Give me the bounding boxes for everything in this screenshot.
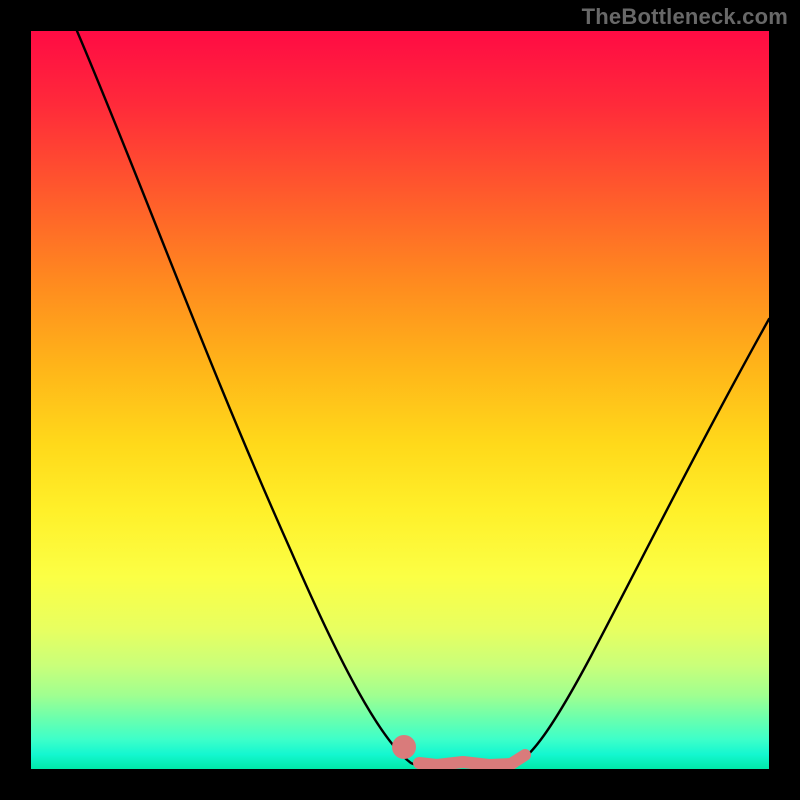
- flat-bottom-markers: [398, 741, 525, 765]
- watermark-text: TheBottleneck.com: [582, 4, 788, 30]
- curve-svg: [31, 31, 769, 769]
- chart-stage: TheBottleneck.com: [0, 0, 800, 800]
- bottleneck-curve: [77, 31, 769, 766]
- plot-area: [31, 31, 769, 769]
